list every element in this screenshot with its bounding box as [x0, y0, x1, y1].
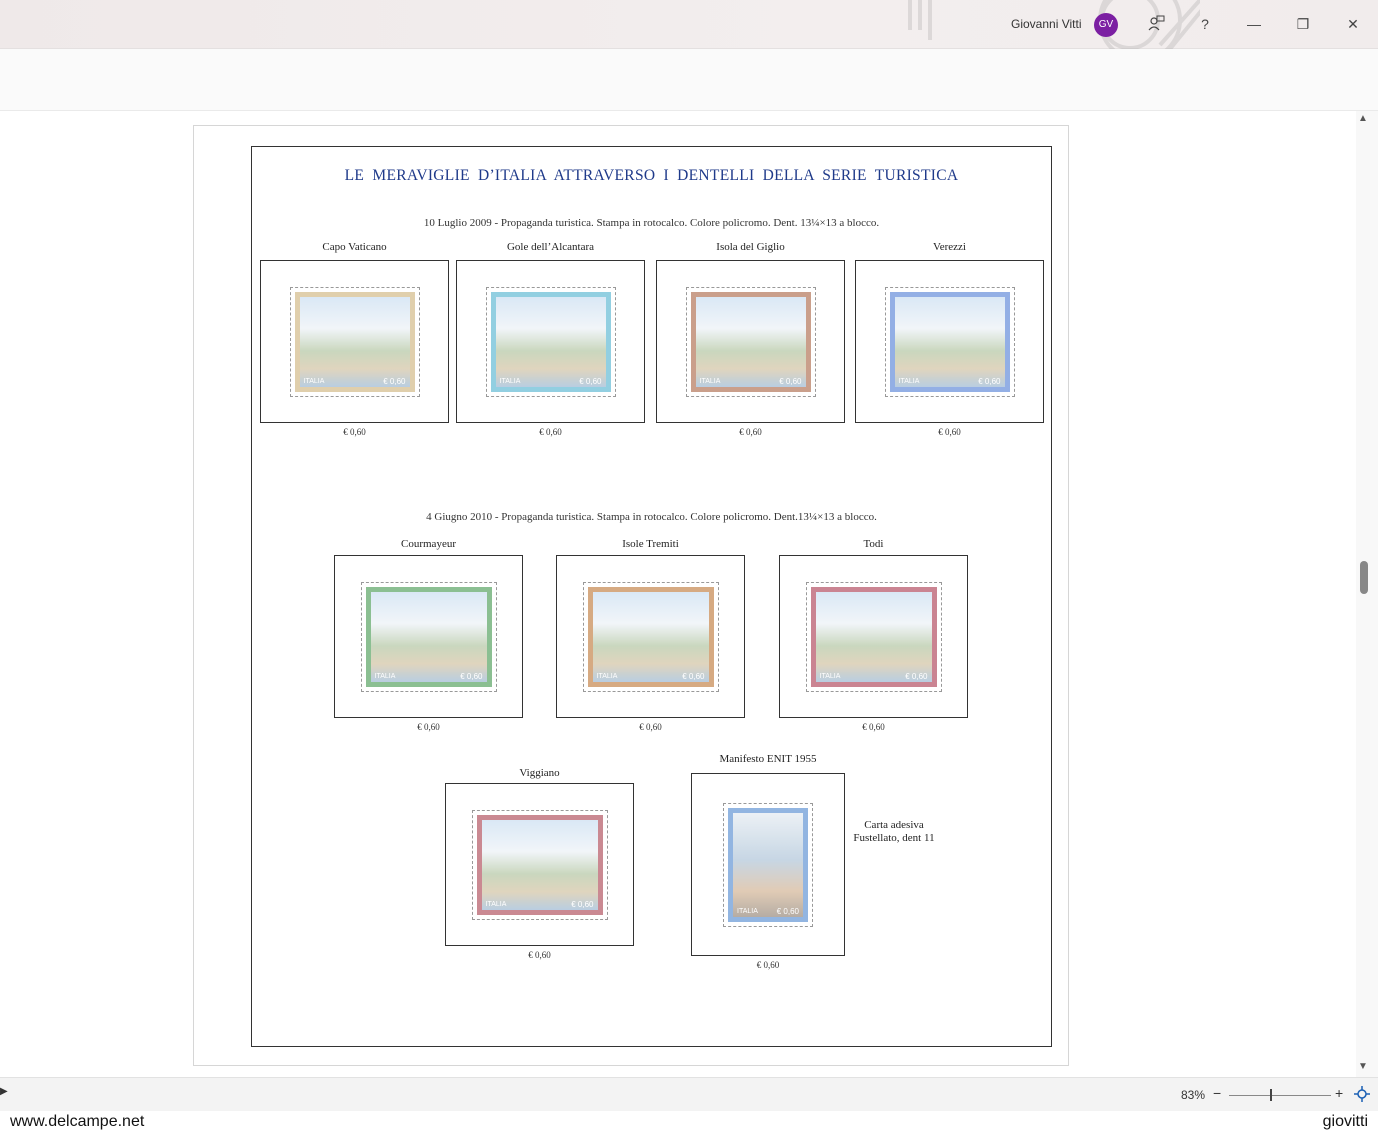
stamp-image: ITALIA € 0,60 [723, 802, 813, 927]
stamp-name: Capo Vaticano [322, 241, 387, 253]
stamp-value: € 0,60 [756, 960, 780, 970]
stamp-face-value: € 0,60 [776, 906, 799, 916]
stamp-country: ITALIA [374, 672, 396, 680]
stamp-value: € 0,60 [938, 427, 961, 437]
stamp-face-value: € 0,60 [579, 376, 602, 386]
section2-description: 4 Giugno 2010 - Propaganda turistica. St… [426, 511, 877, 523]
stamp-box: ITALIA € 0,60 [260, 260, 449, 423]
stamp-picture: ITALIA € 0,60 [690, 291, 811, 392]
stamp-name: Gole dell’Alcantara [506, 241, 595, 253]
stamp-country: ITALIA [596, 672, 618, 680]
stamp-image: ITALIA € 0,60 [471, 809, 608, 920]
stamp-picture: ITALIA € 0,60 [490, 291, 611, 392]
watermark-site: www.delcampe.net [10, 1113, 145, 1130]
stamp-face-value: € 0,60 [978, 376, 1001, 386]
stamp-box: ITALIA € 0,60 [334, 555, 523, 718]
stamp-picture: ITALIA € 0,60 [476, 814, 603, 915]
zoom-level[interactable]: 83% [1181, 1088, 1205, 1102]
stamp-image: ITALIA € 0,60 [884, 286, 1015, 397]
stamp-face-value: € 0,60 [779, 376, 802, 386]
stamp-country: ITALIA [499, 377, 521, 385]
restore-button[interactable]: ❐ [1289, 10, 1317, 38]
page-frame: LE MERAVIGLIE D’ITALIA ATTRAVERSO I DENT… [251, 146, 1052, 1047]
stamp-image: ITALIA € 0,60 [805, 581, 942, 692]
minimize-button[interactable]: — [1240, 10, 1268, 38]
zoom-in-button[interactable]: + [1335, 1085, 1343, 1101]
stamp-box: ITALIA € 0,60 [691, 773, 845, 956]
stamp-name: Verezzi [933, 241, 966, 253]
scroll-up-icon[interactable]: ▲ [1358, 113, 1368, 124]
stamp-box: ITALIA € 0,60 [855, 260, 1044, 423]
stamp-image: ITALIA € 0,60 [685, 286, 816, 397]
watermark-bar: www.delcampe.net giovitti [0, 1111, 1378, 1131]
stamp-image: ITALIA € 0,60 [360, 581, 497, 692]
stamp-note: Carta adesiva Fustellato, dent 11 [844, 819, 944, 845]
section1-description: 10 Luglio 2009 - Propaganda turistica. S… [423, 217, 880, 229]
stamp-picture: ITALIA € 0,60 [365, 586, 492, 687]
stamp-picture: ITALIA € 0,60 [728, 807, 808, 922]
stamp-picture: ITALIA € 0,60 [810, 586, 937, 687]
note-line-2: Fustellato, dent 11 [853, 832, 935, 844]
stamp-value: € 0,60 [528, 950, 551, 960]
stamp-value: € 0,60 [639, 722, 662, 732]
stamp-country: ITALIA [737, 907, 758, 915]
stamp-picture: ITALIA € 0,60 [889, 291, 1010, 392]
stamp-box: ITALIA € 0,60 [445, 783, 634, 946]
stamp-face-value: € 0,60 [383, 376, 406, 386]
stamp-country: ITALIA [819, 672, 841, 680]
stamp-name: Manifesto ENIT 1955 [719, 753, 817, 765]
stamp-name: Isola del Giglio [716, 241, 785, 253]
stamp-box: ITALIA € 0,60 [456, 260, 645, 423]
stamp-name: Todi [863, 538, 884, 550]
zoom-slider-thumb[interactable] [1270, 1089, 1272, 1101]
stamp-name: Courmayeur [401, 538, 456, 550]
stamp-value: € 0,60 [417, 722, 440, 732]
stamp-value: € 0,60 [539, 427, 562, 437]
user-name[interactable]: Giovanni Vitti [1011, 17, 1081, 31]
page-title: LE MERAVIGLIE D’ITALIA ATTRAVERSO I DENT… [344, 167, 959, 184]
stamp-image: ITALIA € 0,60 [582, 581, 719, 692]
avatar[interactable]: GV [1094, 13, 1118, 37]
scroll-down-icon[interactable]: ▼ [1358, 1061, 1368, 1072]
stamp-image: ITALIA € 0,60 [485, 286, 616, 397]
stamp-face-value: € 0,60 [682, 671, 705, 681]
comment-person-icon[interactable] [1142, 10, 1170, 38]
stamp-country: ITALIA [303, 377, 325, 385]
stamp-name: Isole Tremiti [622, 538, 679, 550]
stamp-value: € 0,60 [739, 427, 762, 437]
stamp-picture: ITALIA € 0,60 [587, 586, 714, 687]
help-button[interactable]: ? [1191, 10, 1219, 38]
fit-to-window-icon[interactable] [1354, 1086, 1370, 1102]
vertical-scrollbar[interactable] [1356, 111, 1378, 1077]
expand-arrow-icon[interactable]: ▶ [0, 1086, 8, 1097]
close-button[interactable]: ✕ [1339, 10, 1367, 38]
stamp-box: ITALIA € 0,60 [556, 555, 745, 718]
stamp-face-value: € 0,60 [460, 671, 483, 681]
stamp-value: € 0,60 [343, 427, 366, 437]
stamp-face-value: € 0,60 [571, 899, 594, 909]
stamp-image: ITALIA € 0,60 [289, 286, 420, 397]
watermark-user: giovitti [1322, 1113, 1368, 1130]
zoom-slider[interactable] [1229, 1095, 1331, 1096]
stamp-box: ITALIA € 0,60 [656, 260, 845, 423]
stamp-country: ITALIA [699, 377, 721, 385]
scroll-thumb[interactable] [1360, 561, 1368, 594]
stamp-country: ITALIA [898, 377, 920, 385]
zoom-out-button[interactable]: − [1213, 1085, 1221, 1101]
stamp-face-value: € 0,60 [905, 671, 928, 681]
note-line-1: Carta adesiva [864, 819, 924, 831]
stamp-picture: ITALIA € 0,60 [294, 291, 415, 392]
stamp-name: Viggiano [519, 767, 560, 779]
stamp-box: ITALIA € 0,60 [779, 555, 968, 718]
document-page: LE MERAVIGLIE D’ITALIA ATTRAVERSO I DENT… [193, 125, 1069, 1066]
stamp-country: ITALIA [485, 900, 507, 908]
title-bar: Giovanni Vitti GV ? — ❐ ✕ [0, 0, 1378, 49]
status-bar: ▶ 83% − + [0, 1077, 1378, 1111]
ribbon-area [0, 49, 1378, 111]
stamp-value: € 0,60 [862, 722, 885, 732]
